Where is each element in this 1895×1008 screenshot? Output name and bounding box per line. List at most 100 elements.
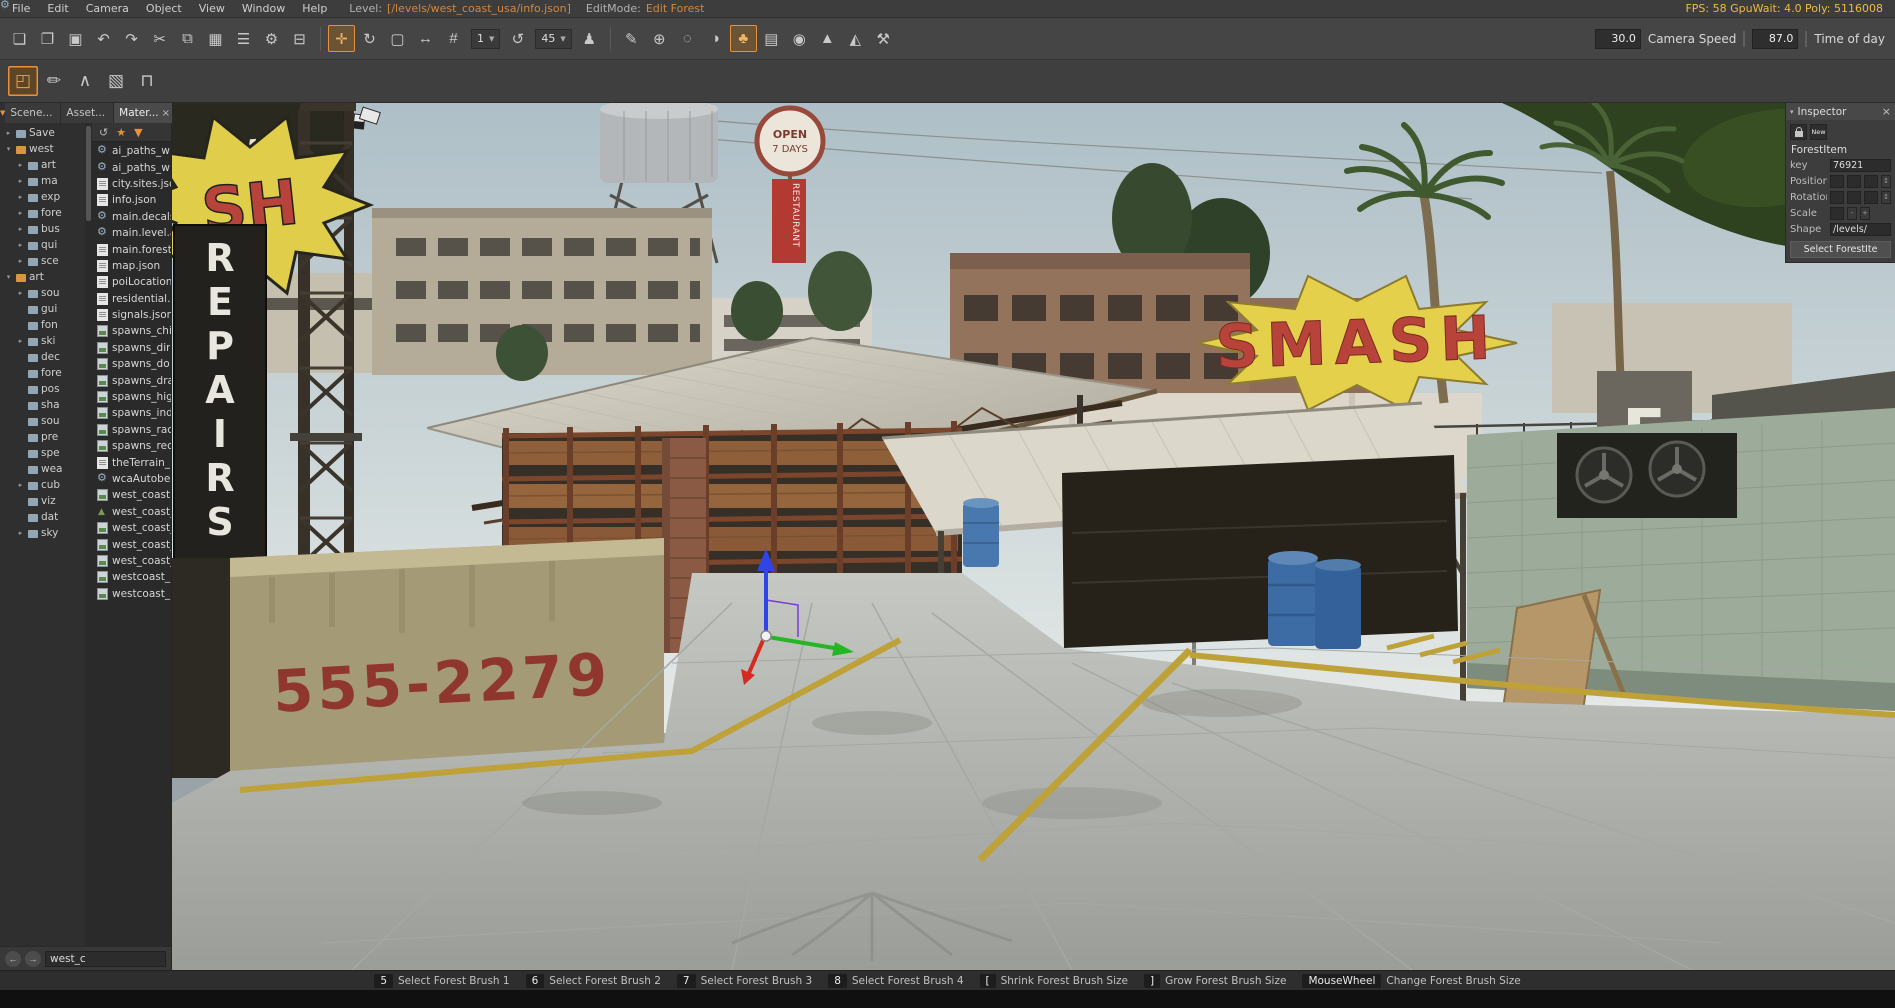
file-item[interactable]: spawns_rec — [92, 438, 171, 454]
lock-button[interactable] — [1790, 124, 1807, 140]
position-x-field[interactable] — [1830, 175, 1844, 188]
sphere-tool-button[interactable]: ◑ — [702, 25, 729, 52]
copy-button[interactable]: ⧉ — [174, 25, 201, 52]
rotate-tool-button[interactable]: ↻ — [356, 25, 383, 52]
tree-item[interactable]: dec — [0, 349, 85, 365]
forest-paint-brush-button[interactable]: ✏ — [39, 66, 69, 96]
file-item[interactable]: spawns_hig — [92, 389, 171, 405]
camera-speed-input[interactable] — [1595, 29, 1641, 49]
close-icon[interactable]: × — [1882, 105, 1891, 118]
file-item[interactable]: westcoast_l — [92, 569, 171, 585]
tree-item[interactable]: ▸ cub — [0, 477, 85, 493]
file-item[interactable]: theTerrain_ — [92, 454, 171, 470]
file-item[interactable]: spawns_dra — [92, 372, 171, 388]
tree-item[interactable]: ▸ sou — [0, 285, 85, 301]
tab-assets[interactable]: Asset... — [61, 103, 114, 123]
expander-icon[interactable]: ▸ — [16, 481, 25, 489]
expander-icon[interactable]: ▸ — [16, 289, 25, 297]
tree-item[interactable]: ▸ qui — [0, 237, 85, 253]
tree-item[interactable]: viz — [0, 493, 85, 509]
file-item[interactable]: west_coast — [92, 487, 171, 503]
tree-item[interactable]: ▸ Save — [0, 125, 85, 141]
level-path[interactable]: [/levels/west_coast_usa/info.json] — [387, 2, 571, 15]
forward-button[interactable]: → — [25, 951, 41, 967]
file-item[interactable]: spawns_do — [92, 356, 171, 372]
expander-icon[interactable]: ▸ — [16, 257, 25, 265]
terrain-flatten-button[interactable]: ⊓ — [132, 66, 162, 96]
menu-item[interactable]: Window — [234, 1, 293, 16]
terrain-raise-button[interactable]: ∧ — [70, 66, 100, 96]
expander-icon[interactable]: ▸ — [16, 241, 25, 249]
file-item[interactable]: main.decals — [92, 209, 171, 225]
inspector-header[interactable]: ▾ Inspector × — [1786, 103, 1895, 120]
file-item[interactable]: west_coast_ — [92, 553, 171, 569]
back-button[interactable]: ← — [5, 951, 21, 967]
tree-item[interactable]: ▸ ma — [0, 173, 85, 189]
material-button[interactable]: ◭ — [842, 25, 869, 52]
area-select-button[interactable]: ▧ — [101, 66, 131, 96]
vehicle-button[interactable]: ⊟ — [286, 25, 313, 52]
file-item[interactable]: map.json — [92, 258, 171, 274]
translate-tool-button[interactable]: ✛ — [328, 25, 355, 52]
tree-item[interactable]: fore — [0, 365, 85, 381]
expander-icon[interactable]: ▾ — [4, 145, 13, 153]
measure-button[interactable]: ⚒ — [870, 25, 897, 52]
file-item[interactable]: ai_paths_w — [92, 159, 171, 175]
tree-item[interactable]: ▸ fore — [0, 205, 85, 221]
gizmo-center-handle[interactable] — [761, 631, 771, 641]
tree-item[interactable]: sha — [0, 397, 85, 413]
snap-dimension-button[interactable]: ↔ — [412, 25, 439, 52]
tree-item[interactable]: ▸ sky — [0, 525, 85, 541]
file-item[interactable]: wcaAutobe — [92, 471, 171, 487]
layers-button[interactable]: ▤ — [758, 25, 785, 52]
tree-item[interactable]: gui — [0, 301, 85, 317]
editmode-value[interactable]: Edit Forest — [646, 2, 705, 15]
snap-size-dropdown[interactable]: 1 ▼ — [471, 29, 500, 49]
key-field[interactable] — [1830, 159, 1891, 172]
rotation-y-field[interactable] — [1847, 191, 1861, 204]
file-item[interactable]: main.level.a — [92, 225, 171, 241]
tab-scene-tree[interactable]: Scene... — [5, 103, 61, 123]
open-level-button[interactable]: ❐ — [34, 25, 61, 52]
add-object-button[interactable]: ⊕ — [646, 25, 673, 52]
grid-snap-button[interactable]: # — [440, 25, 467, 52]
file-item[interactable]: signals.json — [92, 307, 171, 323]
scrollbar-thumb[interactable] — [86, 126, 91, 221]
tree-item[interactable]: ▸ bus — [0, 221, 85, 237]
expander-icon[interactable]: ▸ — [16, 529, 25, 537]
expander-icon[interactable]: ▸ — [16, 209, 25, 217]
expander-icon[interactable]: ▾ — [4, 273, 13, 281]
expander-icon[interactable]: ▸ — [4, 129, 13, 137]
tree-item[interactable]: fon — [0, 317, 85, 333]
expander-icon[interactable]: ▸ — [16, 177, 25, 185]
viewport-3d-scene[interactable]: OPEN 7 DAYS RESTAURANT — [172, 103, 1895, 970]
preferences-button[interactable]: ⚙ — [258, 25, 285, 52]
rotate-snap-button[interactable]: ↺ — [504, 25, 531, 52]
tree-item[interactable]: ▸ exp — [0, 189, 85, 205]
file-item[interactable]: spawns_ind — [92, 405, 171, 421]
expander-icon[interactable]: ▸ — [16, 337, 25, 345]
decal-button[interactable]: ◉ — [786, 25, 813, 52]
asset-path-input[interactable] — [45, 951, 166, 967]
tree-item[interactable]: ▸ art — [0, 157, 85, 173]
rotate-snap-dropdown[interactable]: 45 ▼ — [535, 29, 571, 49]
undo-button[interactable]: ↶ — [90, 25, 117, 52]
tab-close-icon[interactable]: × — [162, 108, 170, 119]
scale-plus-button[interactable]: + — [1860, 207, 1870, 220]
forest-brush-select-button[interactable]: ◰ — [8, 66, 38, 96]
file-item[interactable]: info.json — [92, 192, 171, 208]
rotation-z-field[interactable] — [1864, 191, 1878, 204]
time-of-day-input[interactable] — [1752, 29, 1798, 49]
tree-item[interactable]: wea — [0, 461, 85, 477]
tree-item[interactable]: ▾ art — [0, 269, 85, 285]
rotation-stepper[interactable]: ↕ — [1881, 191, 1891, 204]
rotation-x-field[interactable] — [1830, 191, 1844, 204]
tree-item[interactable]: spe — [0, 445, 85, 461]
file-item[interactable]: poiLocation — [92, 274, 171, 290]
tree-scrollbar[interactable] — [85, 123, 92, 946]
collapse-icon[interactable]: ▾ — [1790, 108, 1794, 116]
tree-item[interactable]: ▸ sce — [0, 253, 85, 269]
expander-icon[interactable]: ▸ — [16, 225, 25, 233]
position-y-field[interactable] — [1847, 175, 1861, 188]
tree-item[interactable]: ▾ west — [0, 141, 85, 157]
